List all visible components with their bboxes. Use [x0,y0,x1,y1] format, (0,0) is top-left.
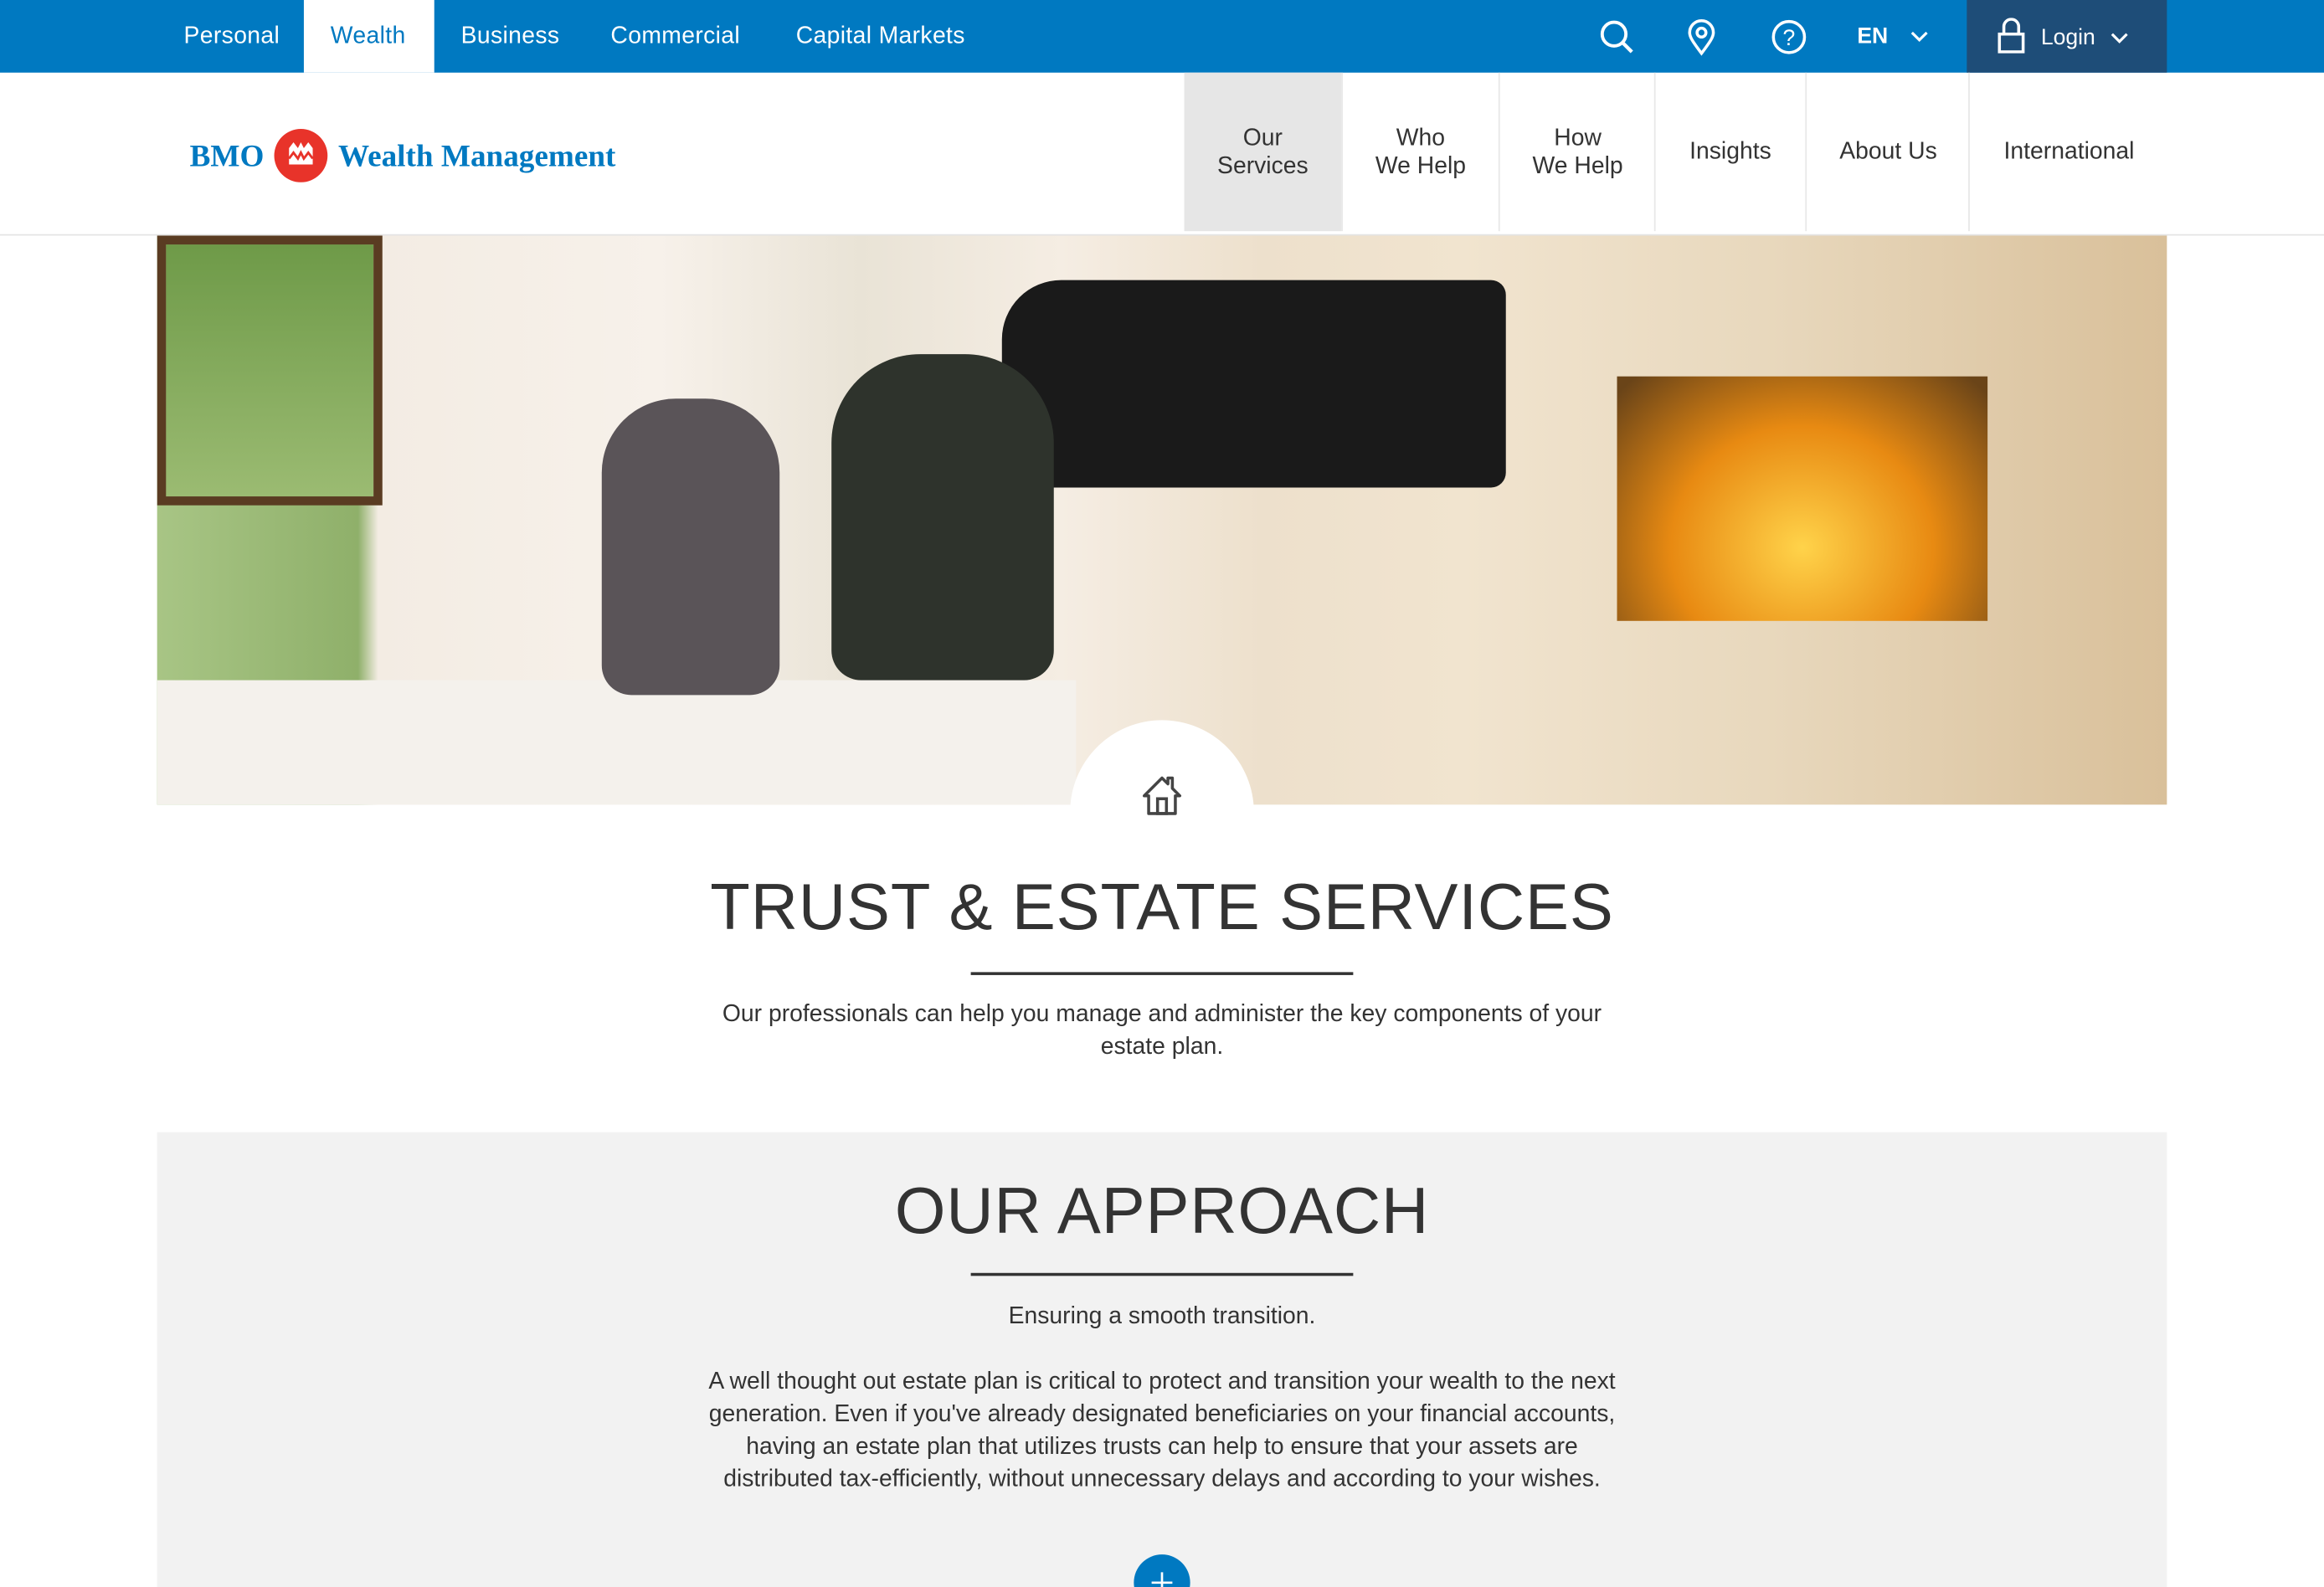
page-title: TRUST & ESTATE SERVICES [710,871,1614,944]
woman-figure [601,398,780,696]
sofa-shape [157,680,1077,805]
approach-title: OUR APPROACH [894,1174,1430,1248]
nav-label: About Us [1839,139,1937,165]
title-divider [970,972,1354,975]
man-figure [831,354,1054,681]
logo-bmo-text: BMO [189,136,265,173]
login-button[interactable]: Login [1967,0,2167,73]
approach-divider [970,1272,1354,1276]
nav-label: We Help [1532,153,1623,179]
lock-icon [1998,18,2025,54]
approach-tagline: Ensuring a smooth transition. [1008,1303,1316,1330]
svg-text:?: ? [1783,25,1796,50]
segment-capital-markets[interactable]: Capital Markets [769,0,992,73]
top-bar: Personal Wealth Business Commercial Capi… [0,0,2324,73]
hero-image [157,235,2167,805]
nav-label: Insights [1689,139,1771,165]
nav-insights[interactable]: Insights [1653,72,1806,232]
piano-shape [1001,280,1506,488]
nav-international[interactable]: International [1968,72,2168,232]
nav-label: Who [1396,125,1446,151]
window-shape [157,235,383,506]
language-label: EN [1857,23,1889,49]
nav-label: We Help [1375,153,1466,179]
nav-label: Services [1217,153,1309,179]
location-pin-icon[interactable] [1682,18,1720,56]
login-label: Login [2040,25,2095,51]
nav-how-we-help[interactable]: How We Help [1498,72,1656,232]
language-selector[interactable]: EN [1857,0,1929,73]
chevron-down-icon [2111,33,2128,44]
nav-who-we-help[interactable]: Who We Help [1341,72,1499,232]
nav-about-us[interactable]: About Us [1805,72,1970,232]
plus-icon [1151,1572,1173,1587]
fireplace-shape [1617,376,1988,621]
main-header: BMO Wealth Management Our Services Who We … [0,72,2324,236]
bmo-roundel-icon [274,129,328,182]
nav-label: International [2003,139,2135,165]
segment-business[interactable]: Business [434,0,587,73]
segment-commercial[interactable]: Commercial [584,0,767,73]
approach-body: A well thought out estate plan is critic… [708,1369,1616,1492]
nav-our-services[interactable]: Our Services [1184,72,1342,232]
segment-wealth[interactable]: Wealth [303,0,434,73]
house-icon [1142,776,1182,815]
segment-personal[interactable]: Personal [157,0,306,73]
nav-label: How [1554,125,1602,151]
help-icon[interactable]: ? [1770,18,1808,56]
search-icon[interactable] [1598,18,1637,56]
logo-product-text: Wealth Management [337,136,616,173]
bmo-logo[interactable]: BMO Wealth Management [189,126,616,185]
chevron-down-icon [1910,31,1928,43]
nav-label: Our [1242,125,1283,151]
page-subtitle: Our professionals can help you manage an… [722,1001,1602,1060]
